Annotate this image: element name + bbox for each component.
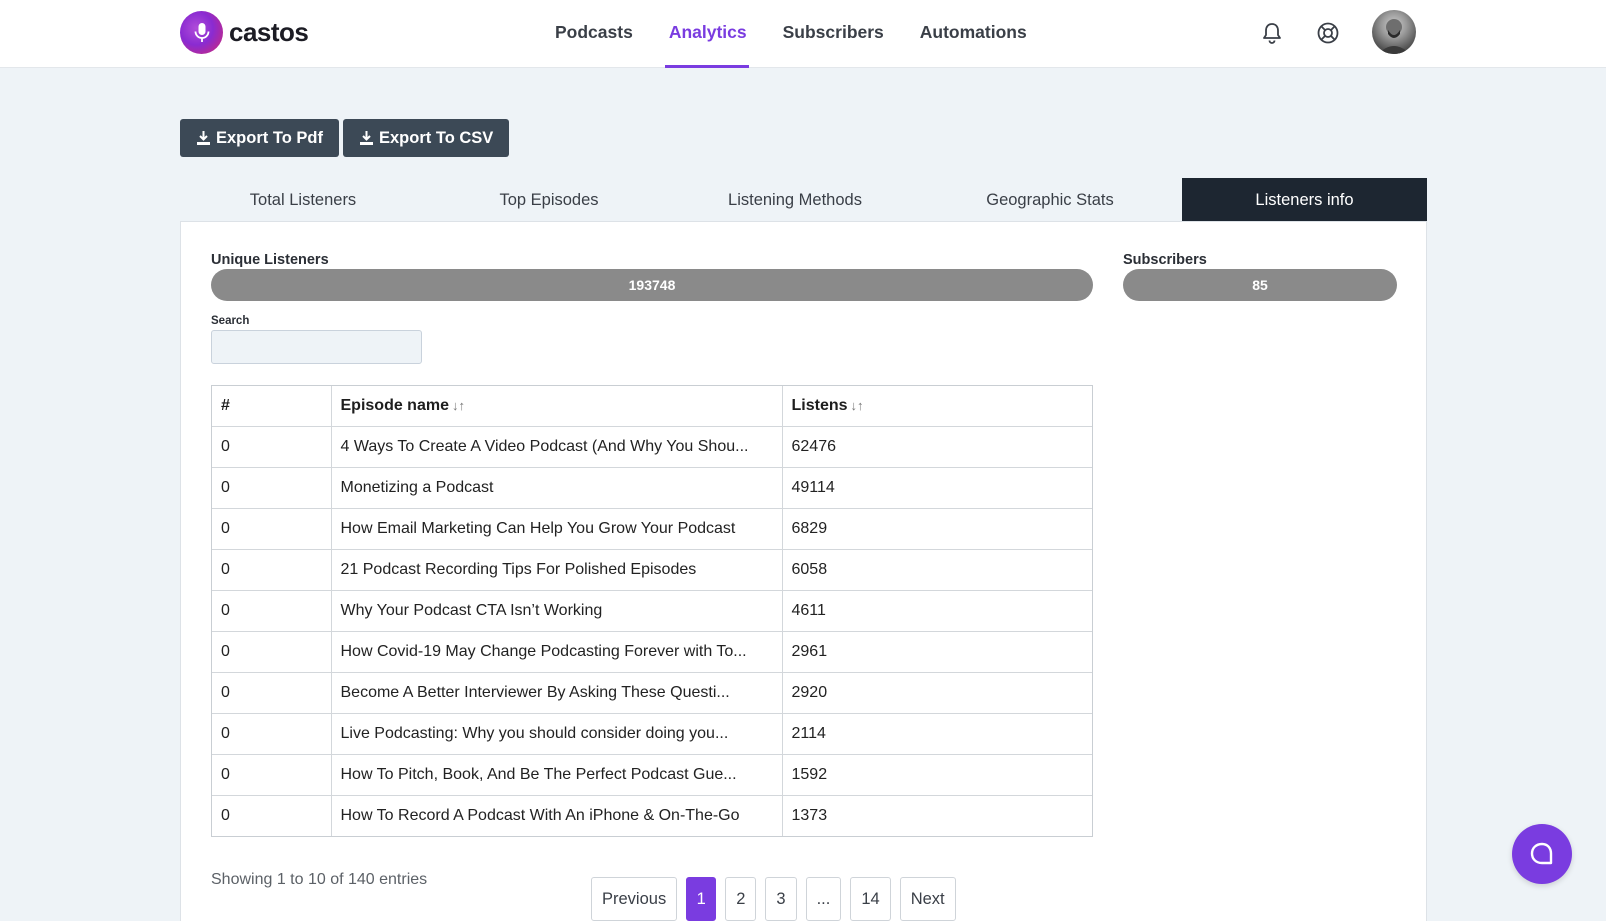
table-body: 04 Ways To Create A Video Podcast (And W… <box>212 425 1092 836</box>
pagination-page-2[interactable]: 2 <box>725 877 757 921</box>
cell-number: 0 <box>212 589 332 632</box>
table-row: 0 How To Record A Podcast With An iPhone … <box>212 794 1092 836</box>
cell-listens: 2961 <box>781 630 1092 673</box>
episodes-table: # Episode name ↓↑ Listens ↓↑ 04 Ways To Cr… <box>211 385 1093 837</box>
cell-episode-name: 21 Podcast Recording Tips For Polished E… <box>330 548 783 591</box>
export-pdf-label: Export To Pdf <box>216 128 323 147</box>
pagination-previous-button[interactable]: Previous <box>591 877 678 921</box>
search-input[interactable] <box>211 330 422 364</box>
table-row: 0 How Covid-19 May Change Podcasting Fore… <box>212 630 1092 673</box>
column-header-listens[interactable]: Listens ↓↑ <box>781 386 1092 427</box>
entries-summary: Showing 1 to 10 of 140 entries <box>211 871 428 888</box>
user-avatar[interactable] <box>1372 10 1416 54</box>
top-navigation-bar: castos Podcasts Analytics Subscribers Au… <box>0 0 1606 68</box>
cell-listens: 62476 <box>781 425 1092 468</box>
subscribers-value: 85 <box>1123 269 1397 301</box>
download-icon <box>197 131 210 145</box>
table-row: 0 Monetizing a Podcast 49114 <box>212 466 1092 509</box>
cell-number: 0 <box>212 712 332 755</box>
pagination: Previous 1 2 3 ... 14 Next <box>591 877 965 921</box>
nav-analytics[interactable]: Analytics <box>664 0 749 68</box>
cell-listens: 1373 <box>781 794 1092 836</box>
table-row: 0 Why Your Podcast CTA Isn’t Working 4611 <box>212 589 1092 632</box>
chat-support-button[interactable] <box>1512 824 1572 884</box>
cell-number: 0 <box>212 425 332 468</box>
cell-listens: 1592 <box>781 753 1092 796</box>
cell-number: 0 <box>212 548 332 591</box>
table-row: 04 Ways To Create A Video Podcast (And W… <box>212 425 1092 468</box>
chat-bubble-icon <box>1530 842 1553 865</box>
search-label: Search <box>211 315 250 327</box>
cell-episode-name: Why Your Podcast CTA Isn’t Working <box>330 589 783 632</box>
export-csv-button[interactable]: Export To CSV <box>343 119 510 157</box>
sort-icon: ↓↑ <box>850 397 864 413</box>
cell-number: 0 <box>212 753 332 796</box>
cell-listens: 6829 <box>781 507 1092 550</box>
cell-episode-name: Monetizing a Podcast <box>330 466 783 509</box>
tab-total-listeners[interactable]: Total Listeners <box>180 178 426 222</box>
nav-podcasts[interactable]: Podcasts <box>555 0 633 68</box>
tab-listening-methods[interactable]: Listening Methods <box>672 178 918 222</box>
subscribers-label: Subscribers <box>1123 252 1207 268</box>
cell-episode-name: 4 Ways To Create A Video Podcast (And Wh… <box>330 425 783 468</box>
cell-listens: 2920 <box>781 671 1092 714</box>
table-row: 0 Live Podcasting: Why you should conside… <box>212 712 1092 755</box>
cell-listens: 2114 <box>781 712 1092 755</box>
help-lifebuoy-icon[interactable] <box>1315 20 1341 46</box>
cell-episode-name: How To Record A Podcast With An iPhone &… <box>330 794 783 836</box>
bell-icon[interactable] <box>1259 20 1285 46</box>
cell-number: 0 <box>212 630 332 673</box>
cell-episode-name: How To Pitch, Book, And Be The Perfect P… <box>330 753 783 796</box>
export-pdf-button[interactable]: Export To Pdf <box>180 119 339 157</box>
cell-episode-name: Live Podcasting: Why you should consider… <box>330 712 783 755</box>
cell-listens: 6058 <box>781 548 1092 591</box>
unique-listeners-value: 193748 <box>211 269 1093 301</box>
table-row: 0 How Email Marketing Can Help You Grow Y… <box>212 507 1092 550</box>
castos-logo[interactable]: castos <box>180 11 309 54</box>
cell-number: 0 <box>212 466 332 509</box>
tab-listeners-info[interactable]: Listeners info <box>1182 178 1427 222</box>
cell-number: 0 <box>212 671 332 714</box>
cell-listens: 49114 <box>781 466 1092 509</box>
table-row: 0 21 Podcast Recording Tips For Polished … <box>212 548 1092 591</box>
cell-number: 0 <box>212 794 332 836</box>
download-icon <box>360 131 373 145</box>
pagination-page-14[interactable]: 14 <box>850 877 891 921</box>
table-row: 0 How To Pitch, Book, And Be The Perfect … <box>212 753 1092 796</box>
pagination-page-3[interactable]: 3 <box>765 877 797 921</box>
tab-geographic-stats[interactable]: Geographic Stats <box>918 178 1182 222</box>
cell-episode-name: How Email Marketing Can Help You Grow Yo… <box>330 507 783 550</box>
pagination-page-1[interactable]: 1 <box>686 877 717 921</box>
column-header-episode-name[interactable]: Episode name ↓↑ <box>330 386 783 427</box>
column-header-number: # <box>212 386 332 427</box>
logo-wordmark: castos <box>229 17 309 47</box>
cell-episode-name: How Covid-19 May Change Podcasting Forev… <box>330 630 783 673</box>
cell-episode-name: Become A Better Interviewer By Asking Th… <box>330 671 783 714</box>
table-row: 0 Become A Better Interviewer By Asking T… <box>212 671 1092 714</box>
tab-top-episodes[interactable]: Top Episodes <box>426 178 672 222</box>
microphone-logo-icon <box>180 11 223 54</box>
sort-icon: ↓↑ <box>451 397 465 413</box>
nav-automations[interactable]: Automations <box>920 0 1027 68</box>
nav-subscribers[interactable]: Subscribers <box>783 0 884 68</box>
table-header-row: # Episode name ↓↑ Listens ↓↑ <box>212 386 1092 427</box>
pagination-ellipsis: ... <box>805 877 842 921</box>
cell-listens: 4611 <box>781 589 1092 632</box>
pagination-next-button[interactable]: Next <box>899 877 956 921</box>
cell-number: 0 <box>212 507 332 550</box>
analytics-tabs: Total Listeners Top Episodes Listening M… <box>180 178 1427 222</box>
export-csv-label: Export To CSV <box>379 128 494 147</box>
unique-listeners-label: Unique Listeners <box>211 252 329 268</box>
main-nav: Podcasts Analytics Subscribers Automatio… <box>555 0 1063 68</box>
